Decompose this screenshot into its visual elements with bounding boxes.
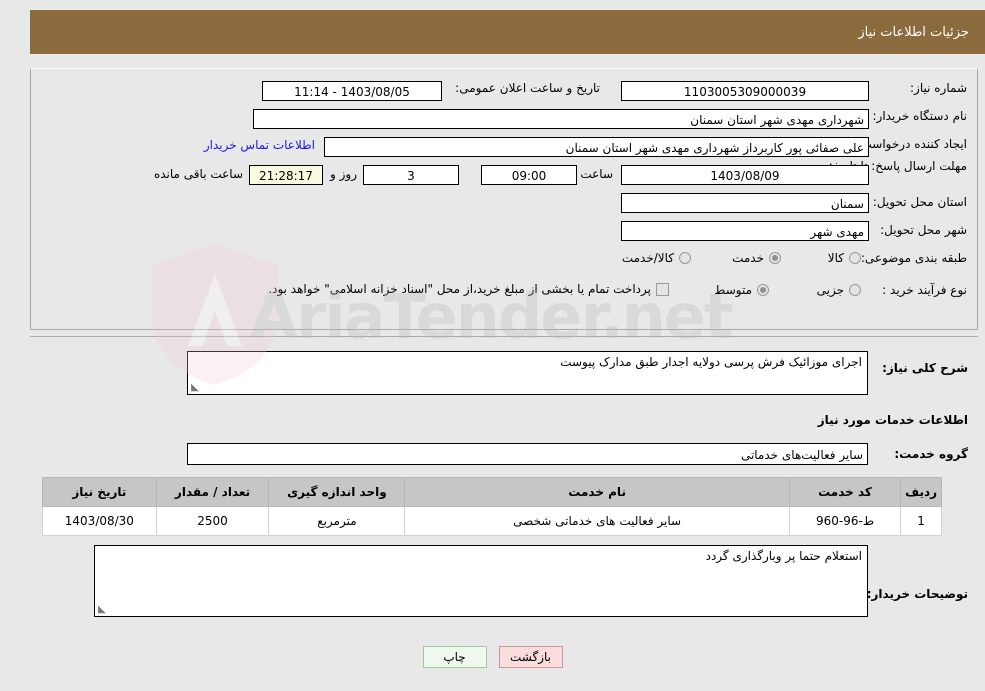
- need-number-row: شماره نیاز:: [910, 81, 967, 95]
- process-option-motevaset[interactable]: متوسط: [714, 283, 769, 297]
- table-header-row: ردیف کد خدمت نام خدمت واحد اندازه گیری ت…: [42, 477, 942, 507]
- page-header: جزئیات اطلاعات نیاز: [30, 10, 985, 54]
- deadline-row: مهلت ارسال پاسخ: تا تاریخ:: [829, 159, 967, 173]
- treasury-docs-checkbox[interactable]: [656, 282, 669, 296]
- province-field: سمنان: [621, 193, 869, 213]
- buyer-contact-link[interactable]: اطلاعات تماس خریدار: [204, 138, 315, 152]
- cell-name: سایر فعالیت های خدماتی شخصی: [404, 506, 790, 536]
- radio-motevaset-icon[interactable]: [757, 284, 769, 296]
- resize-grip-icon[interactable]: ◢: [191, 382, 199, 393]
- back-button[interactable]: بازگشت: [498, 646, 563, 668]
- deadline-hour-field: 09:00: [481, 165, 577, 185]
- city-field: مهدی شهر: [621, 221, 869, 241]
- need-number-field: 1103005309000039: [621, 81, 869, 101]
- countdown-timer: 21:28:17: [249, 165, 323, 185]
- page-title: جزئیات اطلاعات نیاز: [858, 24, 969, 40]
- announce-datetime-field: 1403/08/05 - 11:14: [262, 81, 442, 101]
- announce-datetime-label: تاریخ و ساعت اعلان عمومی:: [455, 81, 600, 95]
- creator-row: ایجاد کننده درخواست:: [856, 137, 967, 151]
- buyer-org-label: نام دستگاه خریدار:: [872, 109, 968, 123]
- creator-field: علی صفائی پور کاربرداز شهرداری مهدی شهر …: [324, 137, 869, 157]
- radio-kala-khedmat-icon[interactable]: [679, 252, 691, 264]
- general-description-label: شرح کلی نیاز:: [882, 361, 968, 375]
- radio-jozi-icon[interactable]: [849, 284, 861, 296]
- services-section-heading: اطلاعات خدمات مورد نیاز: [817, 413, 968, 427]
- days-label: روز و: [330, 167, 357, 181]
- category-option-label: خدمت: [732, 251, 764, 265]
- process-option-label: متوسط: [714, 283, 752, 297]
- process-row-label: نوع فرآیند خرید :: [882, 283, 967, 297]
- need-info-panel: شماره نیاز: 1103005309000039 تاریخ و ساع…: [30, 68, 978, 330]
- buyer-org-row: نام دستگاه خریدار:: [873, 109, 968, 123]
- category-option-kala-khedmat[interactable]: کالا/خدمت: [622, 251, 691, 265]
- category-option-kala[interactable]: کالا: [828, 251, 861, 265]
- buyer-notes-label: توضیحات خریدار:: [866, 587, 968, 601]
- creator-label: ایجاد کننده درخواست:: [856, 137, 967, 151]
- category-option-khedmat[interactable]: خدمت: [732, 251, 781, 265]
- process-option-jozi[interactable]: جزیی: [817, 283, 861, 297]
- buyer-org-field: شهرداری مهدی شهر استان سمنان: [253, 109, 869, 129]
- col-code: کد خدمت: [788, 477, 902, 507]
- buyer-notes-textarea[interactable]: استعلام حتما پر وبارگذاری گردد ◢: [94, 545, 868, 617]
- remaining-days-field: 3: [363, 165, 459, 185]
- services-table: ردیف کد خدمت نام خدمت واحد اندازه گیری ت…: [42, 477, 942, 536]
- province-label: استان محل تحویل:: [872, 195, 967, 209]
- table-row: 1 ط-96-960 سایر فعالیت های خدماتی شخصی م…: [42, 506, 942, 536]
- cell-unit: مترمربع: [268, 506, 406, 536]
- buyer-notes-value: استعلام حتما پر وبارگذاری گردد: [705, 549, 862, 563]
- service-group-field: سایر فعالیت‌های خدماتی: [187, 443, 868, 465]
- radio-kala-icon[interactable]: [849, 252, 861, 264]
- treasury-docs-option[interactable]: پرداخت تمام یا بخشی از مبلغ خرید،از محل …: [268, 282, 669, 296]
- deadline-hour-label: ساعت: [580, 167, 613, 181]
- process-option-label: جزیی: [816, 283, 844, 297]
- radio-khedmat-icon[interactable]: [769, 252, 781, 264]
- city-row: شهر محل تحویل:: [880, 223, 967, 237]
- city-label: شهر محل تحویل:: [880, 223, 967, 237]
- service-group-label: گروه خدمت:: [894, 447, 968, 461]
- province-row: استان محل تحویل:: [873, 195, 967, 209]
- announce-label-row: تاریخ و ساعت اعلان عمومی:: [455, 81, 600, 95]
- process-label: نوع فرآیند خرید :: [882, 283, 967, 297]
- need-number-label: شماره نیاز:: [910, 81, 967, 95]
- cell-code: ط-96-960: [788, 506, 902, 536]
- deadline-date-field: 1403/08/09: [621, 165, 869, 185]
- general-description-value: اجرای موزائیک فرش پرسی دولایه اجدار طبق …: [560, 355, 862, 369]
- col-unit: واحد اندازه گیری: [268, 477, 406, 507]
- cell-qty: 2500: [155, 506, 270, 536]
- print-button[interactable]: چاپ: [422, 646, 487, 668]
- category-option-label: کالا/خدمت: [621, 251, 674, 265]
- col-name: نام خدمت: [404, 477, 790, 507]
- category-label: طبقه بندی موضوعی:: [860, 251, 967, 265]
- cell-date: 1403/08/30: [42, 506, 157, 536]
- remaining-hours-label: ساعت باقی مانده: [153, 167, 243, 181]
- resize-grip-icon[interactable]: ◢: [98, 604, 106, 615]
- action-button-bar: بازگشت چاپ: [0, 646, 985, 668]
- col-qty: تعداد / مقدار: [155, 477, 270, 507]
- col-radif: ردیف: [900, 477, 942, 507]
- general-description-textarea[interactable]: اجرای موزائیک فرش پرسی دولایه اجدار طبق …: [187, 351, 868, 395]
- cell-radif: 1: [900, 506, 942, 536]
- col-date: تاریخ نیاز: [42, 477, 157, 507]
- treasury-docs-label: پرداخت تمام یا بخشی از مبلغ خرید،از محل …: [268, 282, 651, 296]
- category-option-label: کالا: [827, 251, 844, 265]
- category-row-label: طبقه بندی موضوعی:: [861, 251, 967, 265]
